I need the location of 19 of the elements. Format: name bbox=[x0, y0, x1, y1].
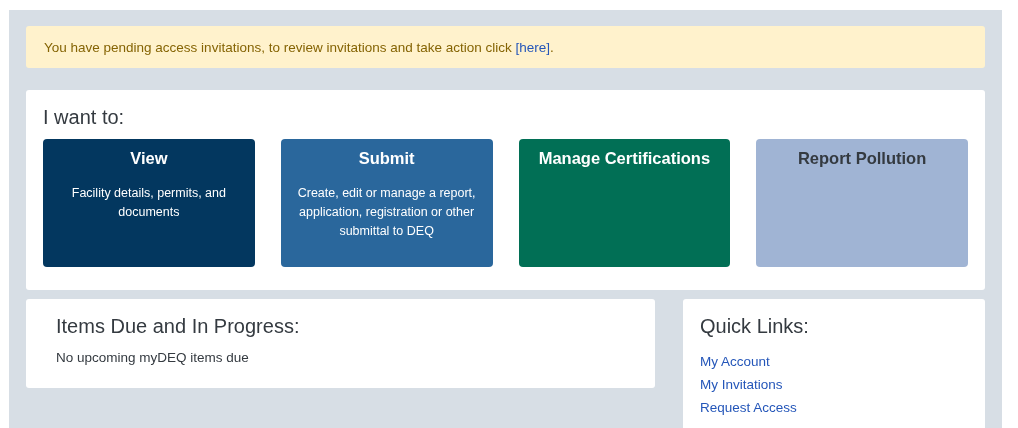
tile-title: Manage Certifications bbox=[537, 149, 712, 168]
section-heading: Items Due and In Progress: bbox=[56, 315, 301, 338]
tile-title: Submit bbox=[357, 149, 416, 168]
section-heading: Quick Links: bbox=[700, 315, 810, 338]
quick-link[interactable]: My Invitations bbox=[700, 377, 783, 400]
action-tile[interactable]: Manage Certifications bbox=[518, 139, 731, 267]
action-tile[interactable]: Report Pollution bbox=[756, 139, 968, 267]
tile-description: Facility details, permits, and documents bbox=[70, 185, 227, 221]
section-heading: I want to: bbox=[43, 106, 126, 129]
here-link[interactable]: [here] bbox=[515, 39, 551, 55]
empty-message: No upcoming myDEQ items due bbox=[56, 350, 250, 365]
action-tile[interactable]: View Facility details, permits, and documents bbox=[43, 139, 255, 267]
action-tile[interactable]: Submit Create, edit or manage a report, application, registration or other submittal to DEQ bbox=[280, 139, 493, 267]
quick-link[interactable]: Request Access bbox=[700, 400, 797, 423]
alert-message: You have pending access invitations, to review invitations and take action click [here]. bbox=[44, 39, 554, 55]
tile-title: Report Pollution bbox=[796, 149, 928, 168]
tile-description: Create, edit or manage a report, application, registration or other submittal to DEQ bbox=[296, 185, 477, 240]
quick-link[interactable]: My Account bbox=[700, 354, 770, 377]
tile-title: View bbox=[129, 149, 169, 168]
